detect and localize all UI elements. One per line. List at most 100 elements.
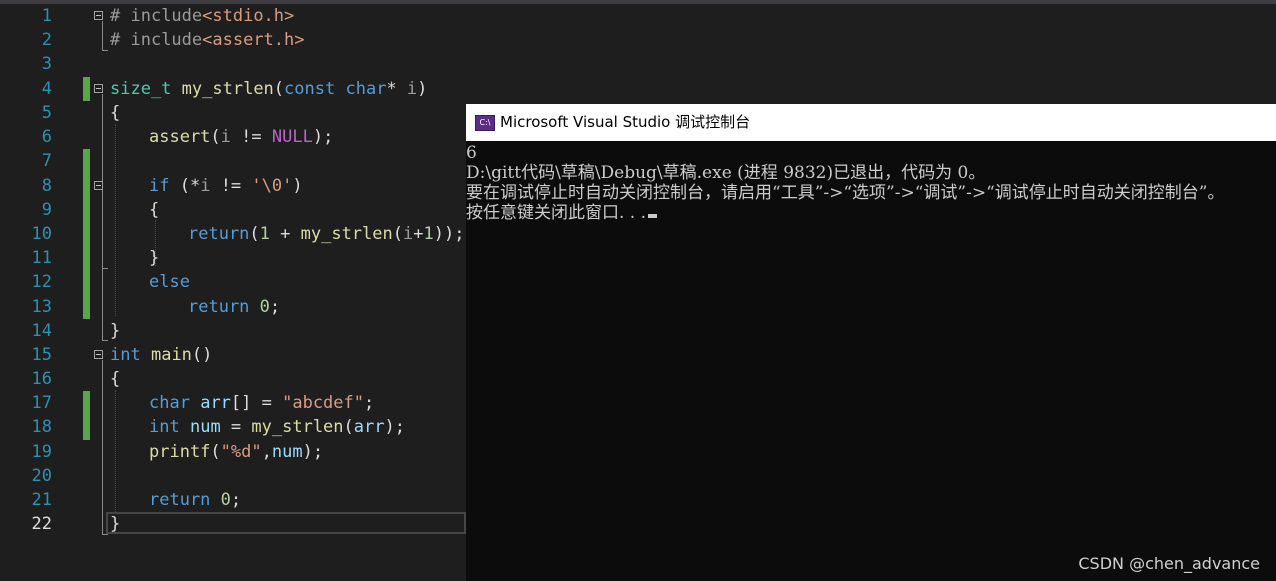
header-name: <stdio.h> bbox=[202, 6, 295, 26]
console-title: Microsoft Visual Studio 调试控制台 bbox=[500, 113, 751, 131]
parameter: i bbox=[406, 79, 418, 99]
code-line-22[interactable]: } bbox=[110, 512, 120, 536]
line-number: 21 bbox=[31, 490, 52, 510]
punctuation: ; bbox=[230, 490, 242, 510]
brace: { bbox=[110, 103, 121, 123]
function-name: my_strlen bbox=[251, 417, 344, 437]
parameter: i bbox=[220, 127, 231, 147]
code-line-14[interactable]: } bbox=[110, 319, 120, 343]
fold-line-end bbox=[102, 268, 108, 269]
indent-guide bbox=[115, 124, 116, 316]
code-line-21[interactable]: return 0; bbox=[149, 488, 241, 512]
parameter: i bbox=[200, 176, 211, 196]
punctuation: ) bbox=[292, 176, 303, 196]
code-line-11[interactable]: } bbox=[149, 246, 159, 270]
line-number: 10 bbox=[31, 224, 52, 244]
code-line-13[interactable]: return 0; bbox=[188, 295, 280, 319]
variable: num bbox=[271, 442, 303, 462]
code-line-15[interactable]: int main() bbox=[110, 343, 212, 367]
code-line-10[interactable]: return(1 + my_strlen(i+1)); bbox=[188, 222, 464, 246]
punctuation: ( bbox=[249, 224, 260, 244]
keyword: int bbox=[149, 417, 180, 437]
punctuation: ; bbox=[269, 297, 281, 317]
code-line-18[interactable]: int num = my_strlen(arr); bbox=[149, 415, 405, 439]
operator: + bbox=[269, 224, 301, 244]
preprocessor-hash: # bbox=[110, 6, 131, 26]
code-line-16[interactable]: { bbox=[110, 367, 120, 391]
brace: } bbox=[149, 248, 160, 268]
variable: arr bbox=[353, 417, 385, 437]
punctuation: ) bbox=[417, 79, 428, 99]
brace: } bbox=[110, 321, 121, 341]
keyword: if bbox=[149, 176, 170, 196]
fold-collapse-icon[interactable] bbox=[94, 350, 103, 359]
brace: { bbox=[110, 369, 121, 389]
line-number: 5 bbox=[41, 103, 52, 123]
punctuation: , bbox=[261, 442, 272, 462]
text-cursor bbox=[648, 214, 658, 218]
console-prompt-line: 按任意键关闭此窗口. . . bbox=[466, 203, 658, 223]
console-app-icon: C:\ bbox=[475, 115, 495, 131]
type-name: size_t bbox=[110, 79, 172, 99]
fold-collapse-icon[interactable] bbox=[94, 181, 103, 190]
line-number: 13 bbox=[31, 297, 52, 317]
number: 0 bbox=[259, 297, 270, 317]
punctuation: ( bbox=[343, 417, 354, 437]
function-name: printf bbox=[149, 442, 211, 462]
code-line-1[interactable]: # include<stdio.h> bbox=[110, 4, 294, 28]
line-number: 11 bbox=[31, 248, 52, 268]
line-number: 16 bbox=[31, 369, 52, 389]
line-number: 7 bbox=[41, 151, 52, 171]
debug-console-window[interactable]: C:\ Microsoft Visual Studio 调试控制台 6 D:\g… bbox=[466, 104, 1276, 581]
function-name: my_strlen bbox=[300, 224, 393, 244]
line-number: 12 bbox=[31, 272, 52, 292]
fold-line-end bbox=[102, 340, 108, 341]
code-line-17[interactable]: char arr[] = "abcdef"; bbox=[149, 391, 374, 415]
macro: NULL bbox=[271, 127, 313, 147]
console-output-line: 要在调试停止时自动关闭控制台，请启用“工具”->“选项”->“调试”->“调试停… bbox=[466, 183, 1225, 203]
code-line-19[interactable]: printf("%d",num); bbox=[149, 440, 323, 464]
function-name: my_strlen bbox=[181, 79, 274, 99]
keyword: return bbox=[188, 297, 250, 317]
code-line-9[interactable]: { bbox=[149, 198, 159, 222]
keyword: char bbox=[345, 79, 387, 99]
line-number: 3 bbox=[41, 54, 52, 74]
punctuation: ); bbox=[384, 417, 405, 437]
punctuation: () bbox=[191, 345, 213, 365]
brace: { bbox=[149, 200, 160, 220]
watermark: CSDN @chen_advance bbox=[1078, 554, 1260, 573]
number: 0 bbox=[220, 490, 231, 510]
keyword: const bbox=[284, 79, 336, 99]
code-line-6[interactable]: assert(i != NULL); bbox=[149, 125, 333, 149]
console-output-line: D:\gitt代码\草稿\Debug\草稿.exe (进程 9832)已退出，代… bbox=[466, 163, 986, 183]
keyword: int bbox=[110, 345, 141, 365]
change-marker bbox=[83, 391, 90, 440]
operator: + bbox=[413, 224, 424, 244]
punctuation: ( bbox=[210, 442, 221, 462]
keyword: return bbox=[149, 490, 211, 510]
line-number: 9 bbox=[41, 200, 52, 220]
code-line-12[interactable]: else bbox=[149, 270, 190, 294]
code-line-2[interactable]: # include<assert.h> bbox=[110, 28, 305, 52]
fold-collapse-icon[interactable] bbox=[94, 11, 103, 20]
punctuation: ; bbox=[364, 393, 375, 413]
current-line-highlight bbox=[106, 512, 466, 534]
parameter: i bbox=[403, 224, 414, 244]
line-number: 2 bbox=[41, 30, 52, 50]
line-number: 6 bbox=[41, 127, 52, 147]
line-number: 18 bbox=[31, 417, 52, 437]
code-line-8[interactable]: if (*i != '\0') bbox=[149, 174, 303, 198]
line-number: 19 bbox=[31, 442, 52, 462]
fold-collapse-icon[interactable] bbox=[94, 84, 103, 93]
change-marker bbox=[83, 149, 90, 319]
code-line-4[interactable]: size_t my_strlen(const char* i) bbox=[110, 77, 427, 101]
punctuation: )); bbox=[433, 224, 465, 244]
operator: != bbox=[210, 176, 252, 196]
keyword: return bbox=[188, 224, 250, 244]
code-line-5[interactable]: { bbox=[110, 101, 120, 125]
fold-line-end bbox=[102, 50, 108, 51]
punctuation: [] = bbox=[230, 393, 283, 413]
string-literal: "%d" bbox=[220, 442, 262, 462]
console-title-bar[interactable]: C:\ Microsoft Visual Studio 调试控制台 bbox=[466, 104, 1276, 141]
number: 1 bbox=[259, 224, 270, 244]
